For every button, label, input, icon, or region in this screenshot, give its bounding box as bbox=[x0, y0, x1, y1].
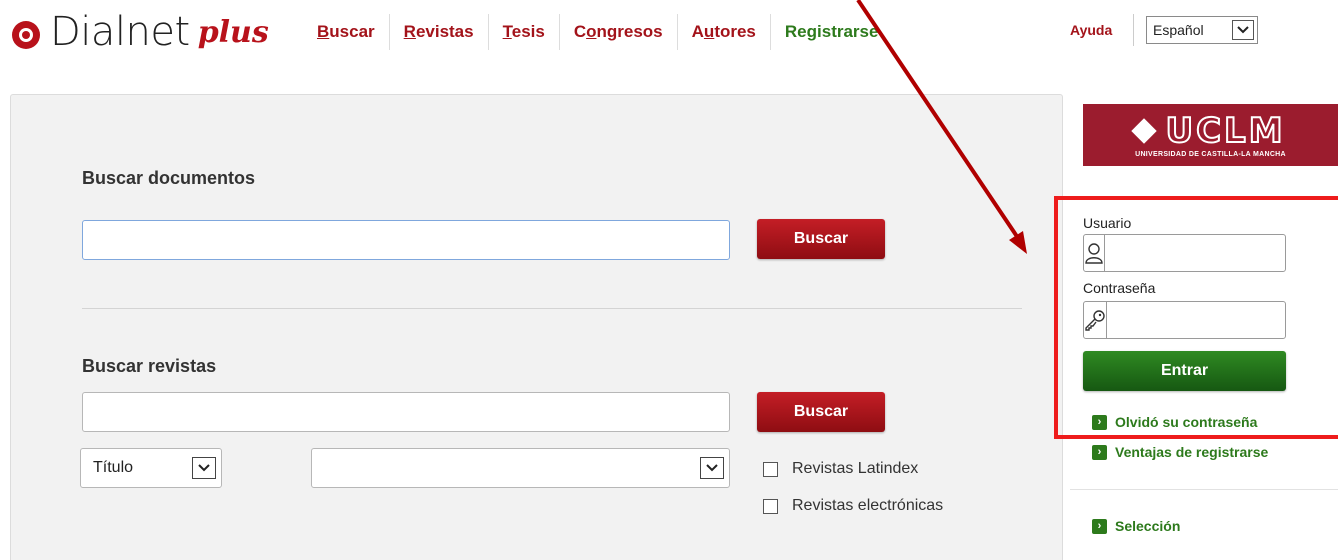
journals-search-input[interactable] bbox=[82, 392, 730, 432]
search-panel bbox=[10, 94, 1063, 560]
dialnet-logo[interactable]: Dialnet plus bbox=[12, 10, 269, 54]
main-nav: Buscar Revistas Tesis Congresos Autores … bbox=[305, 14, 892, 50]
institution-name: UCLM bbox=[1164, 110, 1286, 151]
language-select-value: Español bbox=[1153, 22, 1204, 38]
institution-logo: UCLM UNIVERSIDAD DE CASTILLA-LA MANCHA bbox=[1083, 104, 1338, 166]
help-link[interactable]: Ayuda bbox=[1070, 22, 1112, 38]
electronic-journals-label: Revistas electrónicas bbox=[792, 497, 944, 514]
logo-wordmark: Dialnet bbox=[50, 9, 190, 55]
page-root: Dialnet plus Buscar Revistas Tesis Congr… bbox=[0, 0, 1338, 560]
electronic-journals-checkbox[interactable] bbox=[763, 498, 778, 514]
dialnet-logo-mark-icon bbox=[12, 21, 40, 49]
username-label: Usuario bbox=[1083, 215, 1132, 231]
header-divider bbox=[1133, 14, 1134, 46]
journal-field-select[interactable]: Título bbox=[80, 448, 222, 488]
section-divider bbox=[82, 308, 1022, 309]
institution-subtitle: UNIVERSIDAD DE CASTILLA-LA MANCHA bbox=[1135, 150, 1286, 158]
documents-search-input[interactable] bbox=[82, 220, 730, 260]
nav-registrarse[interactable]: Registrarse bbox=[769, 14, 893, 50]
username-input[interactable] bbox=[1105, 235, 1298, 271]
chevron-down-icon bbox=[192, 457, 216, 479]
password-field[interactable] bbox=[1083, 301, 1300, 339]
electronic-checkbox-row[interactable]: Revistas electrónicas bbox=[763, 497, 943, 515]
nav-buscar[interactable]: Buscar bbox=[305, 14, 389, 50]
sidebar-divider bbox=[1070, 489, 1338, 490]
selection-link[interactable]: › Selección bbox=[1092, 518, 1180, 534]
login-submit-button[interactable]: Entrar bbox=[1083, 351, 1286, 391]
nav-autores[interactable]: Autores bbox=[676, 14, 770, 50]
username-field[interactable] bbox=[1083, 234, 1298, 272]
nav-revistas[interactable]: Revistas bbox=[388, 14, 488, 50]
chevron-right-icon: › bbox=[1092, 518, 1107, 534]
journal-field-select-value: Título bbox=[93, 459, 134, 476]
nav-tesis[interactable]: Tesis bbox=[487, 14, 559, 50]
key-icon bbox=[1084, 302, 1107, 338]
latindex-checkbox[interactable] bbox=[763, 461, 778, 477]
journals-search-button[interactable]: Buscar bbox=[757, 392, 885, 432]
forgot-password-label: Olvidó su contraseña bbox=[1115, 414, 1258, 430]
user-icon bbox=[1084, 235, 1105, 271]
nav-congresos[interactable]: Congresos bbox=[558, 14, 677, 50]
forgot-password-link[interactable]: › Olvidó su contraseña bbox=[1092, 414, 1257, 430]
documents-search-button[interactable]: Buscar bbox=[757, 219, 885, 259]
latindex-checkbox-row[interactable]: Revistas Latindex bbox=[763, 460, 918, 478]
language-select[interactable]: Español bbox=[1146, 16, 1258, 44]
documents-search-title: Buscar documentos bbox=[82, 168, 256, 188]
uclm-emblem-icon bbox=[1131, 117, 1158, 144]
register-benefits-label: Ventajas de registrarse bbox=[1115, 444, 1269, 460]
chevron-right-icon: › bbox=[1092, 444, 1107, 460]
password-input[interactable] bbox=[1107, 302, 1300, 338]
register-benefits-link[interactable]: › Ventajas de registrarse bbox=[1092, 444, 1268, 460]
latindex-label: Revistas Latindex bbox=[792, 460, 919, 477]
chevron-down-icon bbox=[700, 457, 724, 479]
logo-plus: plus bbox=[197, 15, 269, 50]
chevron-down-icon bbox=[1232, 20, 1254, 40]
journal-category-select[interactable] bbox=[311, 448, 730, 488]
chevron-right-icon: › bbox=[1092, 414, 1107, 430]
journals-search-title: Buscar revistas bbox=[82, 356, 217, 376]
password-label: Contraseña bbox=[1083, 280, 1156, 296]
selection-label: Selección bbox=[1115, 518, 1181, 534]
